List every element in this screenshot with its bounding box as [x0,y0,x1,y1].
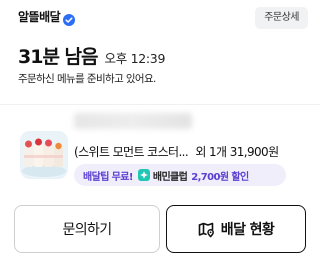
order-total-price: 31,900원 [229,145,279,159]
verified-badge-icon [63,11,76,26]
order-summary[interactable]: (스위트 모먼트 코스터... 외 1개 31,900원 [74,143,279,160]
club-label: 배민클럽 [152,171,188,183]
divider [0,104,320,105]
tracking-button-label: 배달 현황 [220,222,275,238]
order-extra-items: 외 1개 [195,145,227,159]
store-header: 알뜰배달 [18,8,76,26]
delivery-tracking-button[interactable]: 배달 현황 [166,205,306,253]
order-item-name: (스위트 모먼트 코스터... [74,145,189,159]
inquiry-button-label: 문의하기 [62,222,112,238]
club-discount: 2,700원 할인 [191,171,249,183]
store-name: 알뜰배달 [18,10,61,24]
eta-arrival-time: 오후 12:39 [104,51,166,66]
order-detail-button[interactable]: 주문상세 [255,7,308,29]
status-message: 주문하신 메뉴를 준비하고 있어요. [18,73,156,85]
baemin-club-icon [137,169,150,181]
map-icon [198,221,215,238]
inquiry-button[interactable]: 문의하기 [14,205,160,253]
blurred-store-name [74,113,192,129]
free-tip-label: 배달팁 무료! [83,171,133,183]
eta-minutes-left: 31분 남음 [18,46,98,68]
eta-row: 31분 남음 오후 12:39 [18,42,165,69]
benefit-badge: 배달팁 무료! 배민클럽 2,700원 할인 [74,164,286,186]
food-thumbnail[interactable] [20,131,68,179]
order-status-card: 알뜰배달 주문상세 31분 남음 오후 12:39 주문하신 메뉴를 준비하고 … [0,0,320,268]
